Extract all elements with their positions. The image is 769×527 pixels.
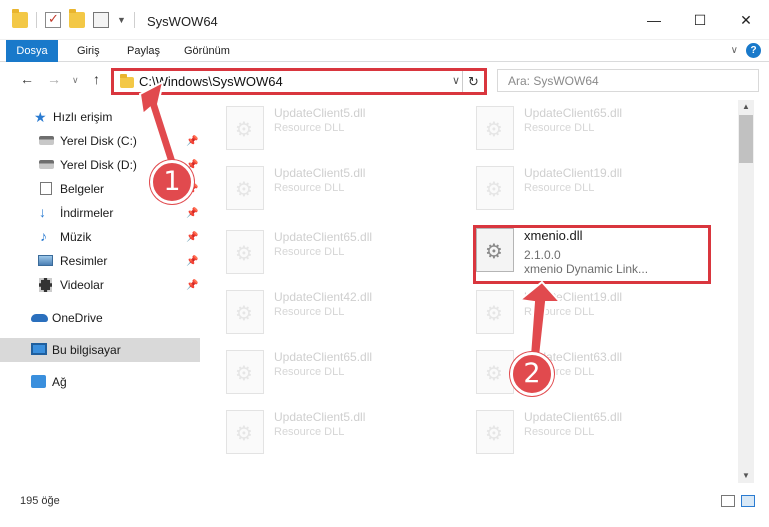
arrow-2 [517, 280, 563, 357]
step-1-badge: 1 [150, 160, 194, 204]
annotation-arrows [138, 80, 563, 357]
arrow-1 [138, 80, 178, 166]
step-2-badge: 2 [510, 352, 554, 396]
